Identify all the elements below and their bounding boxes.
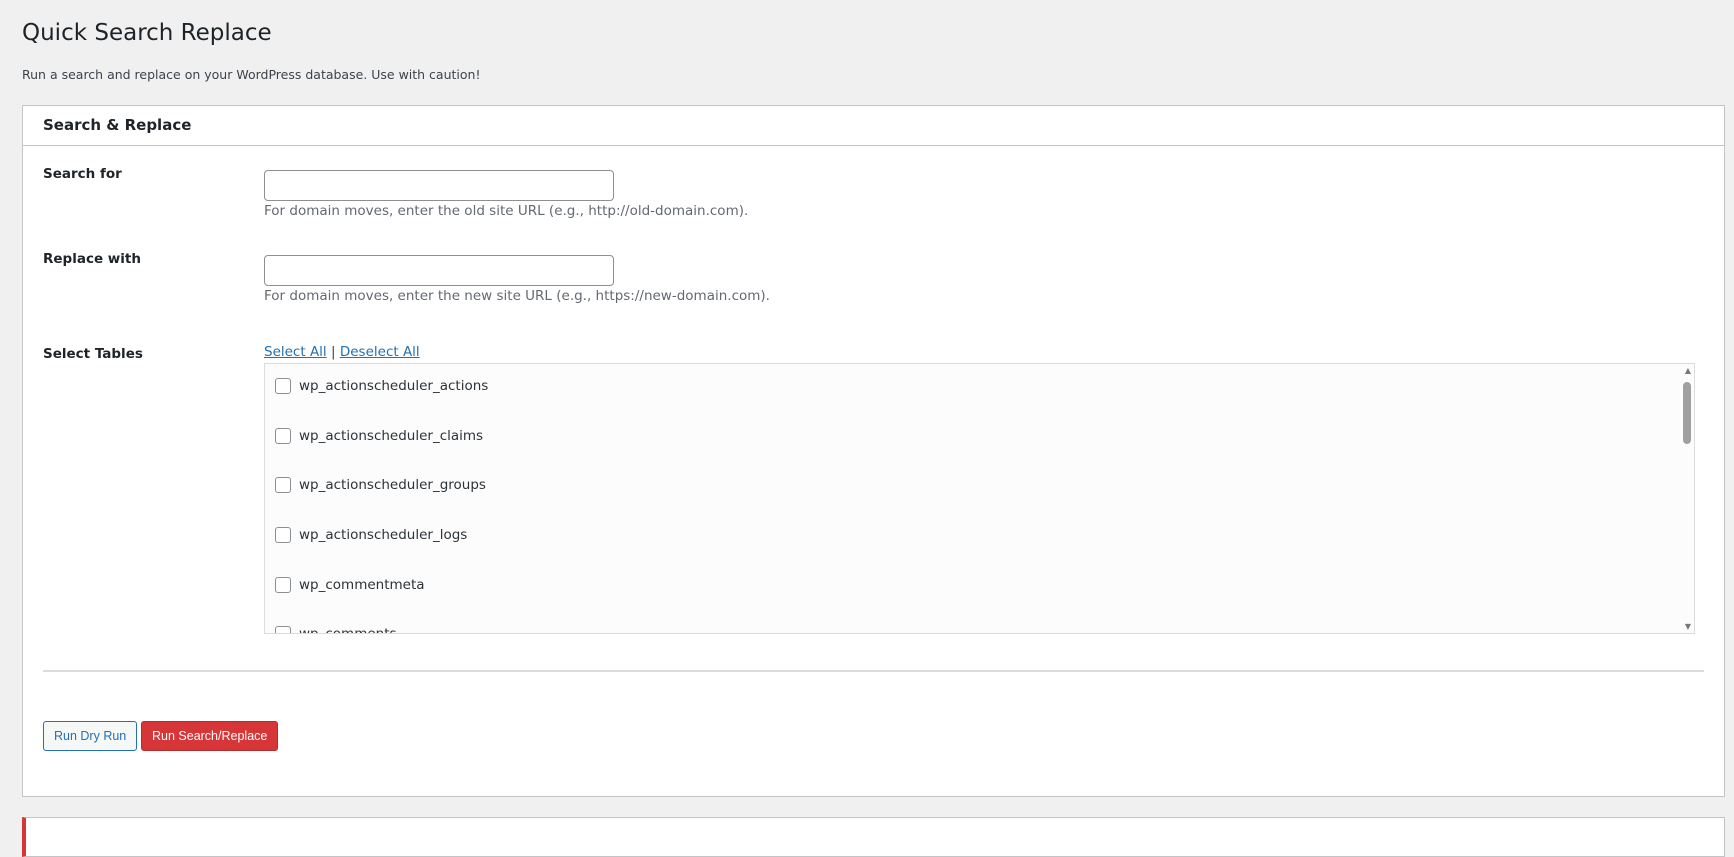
table-item[interactable]: wp_actionscheduler_logs xyxy=(275,527,467,543)
panel-title: Search & Replace xyxy=(23,106,1724,146)
scroll-down-icon[interactable]: ▼ xyxy=(1685,622,1691,631)
page-title: Quick Search Replace xyxy=(22,20,272,46)
search-for-label: Search for xyxy=(43,166,122,182)
checkbox[interactable] xyxy=(275,477,291,493)
table-item[interactable]: wp_actionscheduler_claims xyxy=(275,428,483,444)
link-separator: | xyxy=(330,344,336,360)
search-replace-panel: Search & Replace Search for For domain m… xyxy=(22,105,1725,797)
select-tables-label: Select Tables xyxy=(43,346,143,362)
scrollbar[interactable]: ▲ ▼ xyxy=(1680,364,1694,633)
notice-panel xyxy=(22,817,1725,857)
table-name: wp_actionscheduler_logs xyxy=(299,527,468,543)
run-dry-run-button[interactable]: Run Dry Run xyxy=(43,721,138,751)
deselect-all-link[interactable]: Deselect All xyxy=(340,344,420,360)
checkbox[interactable] xyxy=(275,378,291,394)
search-for-input[interactable] xyxy=(264,170,614,201)
scrollbar-thumb[interactable] xyxy=(1683,382,1691,444)
checkbox[interactable] xyxy=(275,527,291,543)
table-item[interactable]: wp_comments xyxy=(275,626,397,634)
checkbox[interactable] xyxy=(275,428,291,444)
replace-with-input[interactable] xyxy=(264,255,614,286)
table-name: wp_actionscheduler_groups xyxy=(299,477,486,493)
select-links: Select All | Deselect All xyxy=(264,344,420,360)
page-description: Run a search and replace on your WordPre… xyxy=(22,67,481,82)
select-all-link[interactable]: Select All xyxy=(264,344,327,360)
table-item[interactable]: wp_actionscheduler_groups xyxy=(275,477,486,493)
replace-with-help: For domain moves, enter the new site URL… xyxy=(264,288,770,304)
tables-list[interactable]: wp_actionscheduler_actions wp_actionsche… xyxy=(264,363,1695,634)
table-item[interactable]: wp_actionscheduler_actions xyxy=(275,378,488,394)
table-item[interactable]: wp_commentmeta xyxy=(275,577,425,593)
table-name: wp_commentmeta xyxy=(299,577,425,593)
table-name: wp_actionscheduler_actions xyxy=(299,378,489,394)
table-name: wp_actionscheduler_claims xyxy=(299,428,484,444)
checkbox[interactable] xyxy=(275,577,291,593)
run-search-replace-button[interactable]: Run Search/Replace xyxy=(141,721,279,751)
search-for-help: For domain moves, enter the old site URL… xyxy=(264,203,749,219)
scroll-up-icon[interactable]: ▲ xyxy=(1685,366,1691,375)
divider xyxy=(43,670,1704,672)
replace-with-label: Replace with xyxy=(43,251,141,267)
checkbox[interactable] xyxy=(275,626,291,633)
table-name: wp_comments xyxy=(299,626,397,634)
